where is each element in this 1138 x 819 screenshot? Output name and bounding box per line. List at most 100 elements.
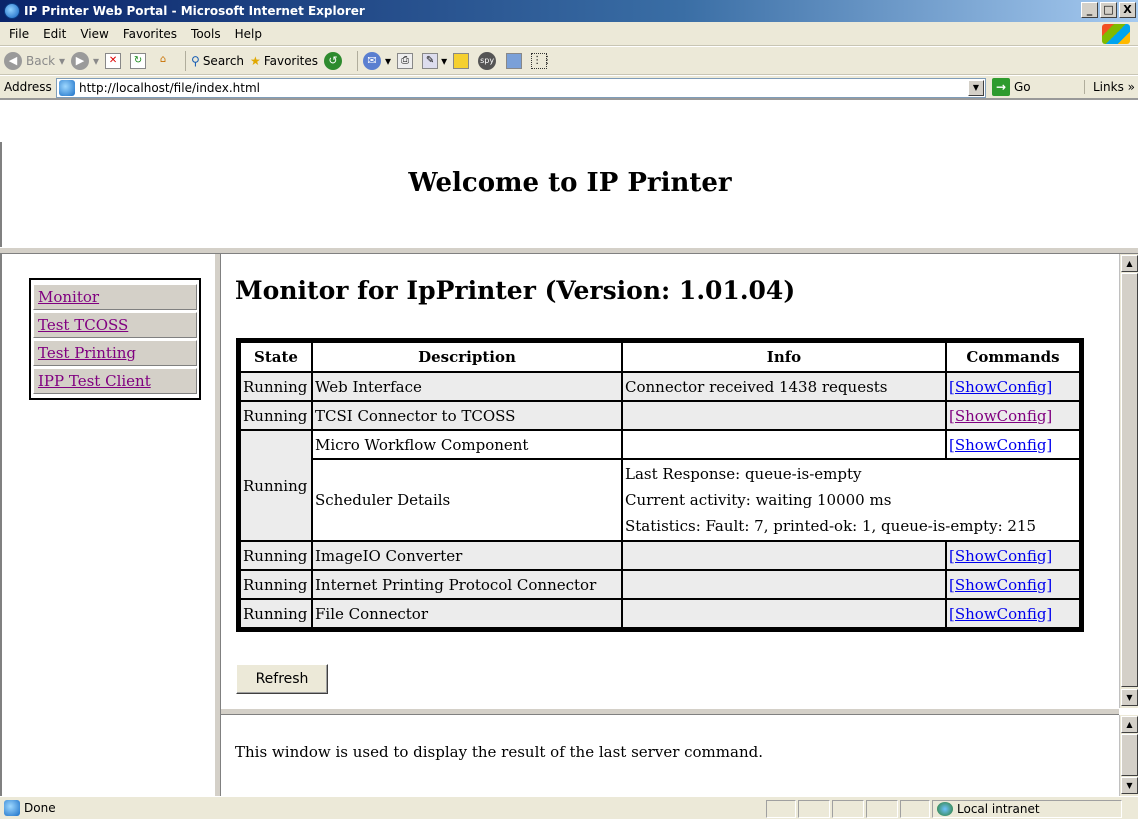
result-scrollbar[interactable]: ▲ ▼ [1119, 715, 1138, 796]
show-config-link[interactable]: [ShowConfig] [949, 605, 1052, 623]
minimize-button[interactable]: _ [1081, 2, 1098, 18]
menu-favorites[interactable]: Favorites [116, 27, 184, 41]
favorites-button[interactable]: ★ Favorites [250, 54, 318, 68]
refresh-button[interactable]: Refresh [236, 664, 328, 694]
maximize-button[interactable]: □ [1100, 2, 1117, 18]
show-config-link[interactable]: [ShowConfig] [949, 378, 1052, 396]
description-cell: Web Interface [313, 373, 621, 400]
frame-splitter[interactable] [221, 708, 1119, 715]
page-icon [4, 800, 20, 816]
show-config-link[interactable]: [ShowConfig] [949, 547, 1052, 565]
edit-icon: ✎ [422, 52, 439, 69]
info-cell [623, 600, 945, 627]
command-cell: [ShowConfig] [947, 600, 1079, 627]
column-header-state: State [241, 343, 311, 371]
address-bar: Address http://localhost/file/index.html… [0, 76, 1138, 100]
address-label: Address [4, 80, 52, 94]
table-row: Scheduler Details Last Response: queue-i… [241, 460, 1079, 540]
state-cell: Running [241, 402, 311, 429]
result-text: This window is used to display the resul… [235, 743, 763, 761]
description-cell: Internet Printing Protocol Connector [313, 571, 621, 598]
print-icon: ⎙ [397, 52, 414, 69]
info-cell [623, 571, 945, 598]
scroll-up-button[interactable]: ▲ [1121, 716, 1138, 733]
description-cell: Scheduler Details [313, 460, 621, 540]
go-button[interactable]: → Go [992, 78, 1031, 96]
status-pane [900, 800, 930, 818]
print-button[interactable]: ⎙ [397, 52, 416, 69]
frame-splitter[interactable] [214, 254, 221, 796]
spy-button[interactable]: spy [478, 51, 500, 70]
scroll-down-button[interactable]: ▼ [1121, 777, 1138, 794]
status-pane [832, 800, 864, 818]
show-config-link[interactable]: [ShowConfig] [949, 576, 1052, 594]
scroll-thumb[interactable] [1121, 273, 1138, 687]
links-button[interactable]: Links » [1084, 80, 1135, 94]
back-arrow-icon: ◀ [4, 51, 22, 70]
close-button[interactable]: X [1119, 2, 1136, 18]
result-frame: This window is used to display the resul… [221, 715, 1119, 796]
refresh-page-button[interactable]: ↻ [130, 52, 149, 69]
stop-button[interactable]: ✕ [105, 52, 124, 69]
state-cell: Running [241, 571, 311, 598]
table-row: Running File Connector [ShowConfig] [241, 600, 1079, 627]
nav-link-ipp-test-client[interactable]: IPP Test Client [33, 368, 197, 394]
address-url: http://localhost/file/index.html [79, 81, 260, 95]
monitor-frame: Monitor for IpPrinter (Version: 1.01.04)… [221, 254, 1119, 708]
command-cell: [ShowConfig] [947, 373, 1079, 400]
show-config-link[interactable]: [ShowConfig] [949, 436, 1052, 454]
menu-view[interactable]: View [73, 27, 115, 41]
address-input[interactable]: http://localhost/file/index.html ▼ [56, 78, 986, 98]
command-cell: [ShowConfig] [947, 402, 1079, 429]
column-header-info: Info [623, 343, 945, 371]
scroll-up-button[interactable]: ▲ [1121, 255, 1138, 272]
discuss-button[interactable] [453, 52, 472, 69]
monitor-scrollbar[interactable]: ▲ ▼ [1119, 254, 1138, 708]
address-dropdown-button[interactable]: ▼ [968, 80, 984, 96]
research-button[interactable] [506, 52, 525, 69]
edit-button[interactable]: ✎ ▾ [422, 52, 447, 69]
menu-help[interactable]: Help [228, 27, 269, 41]
header-frame: Welcome to IP Printer [0, 142, 1138, 247]
command-cell: [ShowConfig] [947, 542, 1079, 569]
column-header-commands: Commands [947, 343, 1079, 371]
scroll-thumb[interactable] [1121, 734, 1138, 776]
mail-button[interactable]: ✉ ▾ [363, 51, 391, 70]
history-icon: ↺ [324, 51, 343, 70]
info-cell [623, 402, 945, 429]
discuss-icon [453, 52, 470, 69]
show-config-link[interactable]: [ShowConfig] [949, 407, 1052, 425]
search-button[interactable]: ⚲ Search [191, 54, 244, 68]
scheduler-info-cell: Last Response: queue-is-empty Current ac… [623, 460, 1079, 540]
go-label: Go [1014, 80, 1031, 94]
favorites-label: Favorites [263, 53, 319, 68]
nav-link-test-printing[interactable]: Test Printing [33, 340, 197, 366]
scheduler-last-response: Last Response: queue-is-empty [625, 465, 862, 483]
grid-icon: ⋮⋮ [531, 52, 552, 69]
history-button[interactable]: ↺ [324, 51, 346, 70]
menu-file[interactable]: File [2, 27, 36, 41]
description-cell: Micro Workflow Component [313, 431, 621, 458]
nav-link-monitor[interactable]: Monitor [33, 284, 197, 310]
table-row: Running Micro Workflow Component [ShowCo… [241, 431, 1079, 540]
nav-frame: Monitor Test TCOSS Test Printing IPP Tes… [0, 254, 214, 796]
mail-icon: ✉ [363, 51, 382, 70]
scroll-down-button[interactable]: ▼ [1121, 689, 1138, 706]
menu-bar: File Edit View Favorites Tools Help [0, 22, 1138, 46]
info-cell [623, 431, 945, 458]
search-icon: ⚲ [191, 53, 200, 68]
forward-arrow-icon: ▶ [70, 51, 89, 70]
home-icon: ⌂ [159, 53, 167, 65]
home-button[interactable]: ⌂ [155, 53, 174, 69]
command-cell: [ShowConfig] [947, 431, 1079, 458]
table-header-row: State Description Info Commands [241, 343, 1079, 371]
go-arrow-icon: → [992, 78, 1010, 96]
grid-button[interactable]: ⋮⋮ [531, 52, 552, 69]
menu-tools[interactable]: Tools [184, 27, 228, 41]
frame-splitter[interactable] [0, 247, 1138, 254]
intranet-globe-icon [937, 802, 953, 816]
forward-button[interactable]: ▶ ▾ [70, 51, 99, 70]
nav-link-test-tcoss[interactable]: Test TCOSS [33, 312, 197, 338]
menu-edit[interactable]: Edit [36, 27, 73, 41]
back-button[interactable]: ◀ Back ▾ [4, 51, 65, 70]
